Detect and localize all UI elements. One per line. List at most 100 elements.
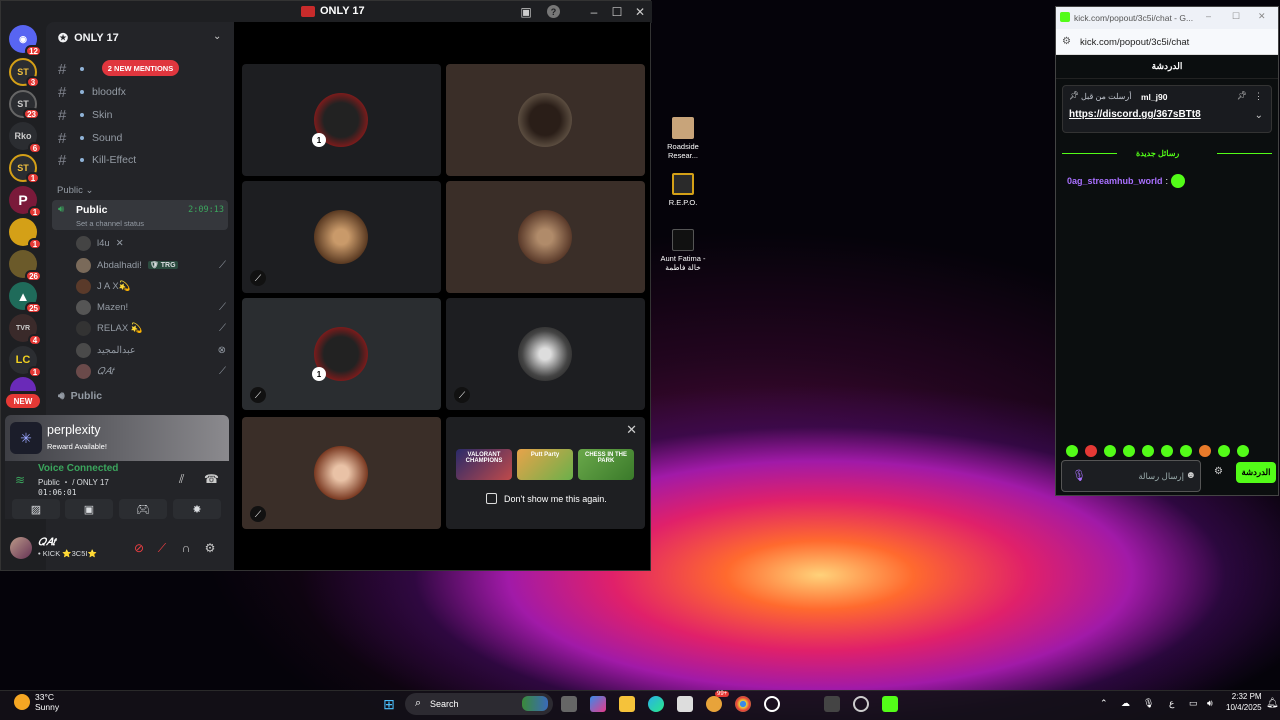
store-icon[interactable] [677, 696, 693, 712]
gear-icon[interactable]: ⚙ [1214, 466, 1223, 477]
server-header[interactable]: ✪ ONLY 17 [58, 31, 119, 45]
maximize-button[interactable]: ☐ [608, 4, 626, 20]
chat-username[interactable]: 0ag_streamhub_world [1067, 176, 1163, 186]
app-icon[interactable] [764, 696, 780, 712]
volume-icon[interactable]: 🔊︎ [1207, 698, 1213, 709]
file-explorer-icon[interactable] [619, 696, 635, 712]
voice-channel-public[interactable]: 🔊︎ Public 2:09:13 Set a channel status [52, 200, 228, 230]
bell-icon[interactable]: 🔔︎ [1266, 698, 1279, 709]
minimize-button[interactable]: – [585, 4, 603, 20]
disconnect-icon[interactable]: ☎ [204, 472, 219, 486]
screen-share-button[interactable]: ▣ [65, 499, 113, 519]
video-tile[interactable] [446, 64, 645, 176]
noise-suppression-icon[interactable]: ⫽ [179, 472, 184, 487]
voice-member[interactable]: J A X💫 [76, 276, 226, 296]
channel-item-kill-effect[interactable]: # Kill-Effect [58, 150, 136, 170]
server-icon[interactable]: TVR 4 [9, 314, 42, 346]
app-icon[interactable] [824, 696, 840, 712]
close-icon[interactable]: ✕ [626, 422, 637, 438]
voice-member[interactable]: l4u ✕ [76, 233, 226, 253]
copilot-icon[interactable] [590, 696, 606, 712]
address-bar[interactable]: ⚙ kick.com/popout/3c5i/chat [1056, 29, 1278, 55]
chat-input[interactable]: 🎙︎ إرسال رسالة ☻ [1061, 460, 1201, 492]
emote-icon[interactable] [1237, 445, 1249, 457]
activity-game[interactable]: VALORANT CHAMPIONS [456, 449, 512, 480]
kick-icon[interactable] [882, 696, 898, 712]
channel-item[interactable]: # [58, 59, 92, 79]
camera-off-button[interactable]: ▨ [12, 499, 60, 519]
minimize-button[interactable]: – [1206, 11, 1211, 21]
site-info-icon[interactable]: ⚙ [1062, 36, 1071, 47]
new-mentions-pill[interactable]: 2 NEW MENTIONS [102, 60, 179, 76]
video-tile[interactable]: 1 ⟋ [242, 298, 441, 410]
search-box[interactable]: ⌕ Search [405, 693, 553, 715]
headphones-icon[interactable]: ∩ [176, 538, 196, 558]
network-icon[interactable]: ▭ [1189, 698, 1198, 709]
server-icon[interactable]: P1 [9, 186, 42, 218]
emote-icon[interactable] [1199, 445, 1211, 457]
channel-status[interactable]: Set a channel status [76, 219, 144, 228]
emote-icon[interactable] [1161, 445, 1173, 457]
voice-connected-channel[interactable]: Public ・ / ONLY 17 [38, 477, 109, 488]
language-indicator[interactable]: ع [1169, 698, 1174, 709]
close-button[interactable]: ✕ [631, 4, 649, 20]
task-view-icon[interactable] [561, 696, 577, 712]
username[interactable]: 𝑄𝐴𝑡 [38, 537, 56, 548]
help-icon[interactable]: ? [547, 5, 560, 18]
voice-member[interactable]: Mazen! ⟋ [76, 297, 226, 317]
chrome-icon[interactable] [735, 696, 751, 712]
new-servers-pill[interactable]: NEW [6, 394, 40, 408]
emote-icon[interactable] [1180, 445, 1192, 457]
mic-icon[interactable]: 🎙︎ [1143, 698, 1154, 709]
emote-icon[interactable] [1218, 445, 1230, 457]
server-icon[interactable]: 1 [9, 218, 42, 250]
voice-member[interactable]: Abdalhadi! 🛡 TRG ⟋ [76, 255, 226, 275]
video-tile[interactable] [446, 181, 645, 293]
pinned-message[interactable]: 📌︎ أرسلت من قبل ml_j90 📌︎ ⋮ https://disc… [1062, 85, 1272, 133]
perplexity-promo[interactable]: ✳ perplexity Reward Available! [5, 415, 229, 461]
emote-icon[interactable] [1123, 445, 1135, 457]
edge-icon[interactable] [648, 696, 664, 712]
voice-member[interactable]: RELAX 💫 ⟋ [76, 318, 226, 338]
pin-icon[interactable]: 📌︎ [1237, 91, 1247, 100]
video-tile[interactable]: ⟋ [446, 298, 645, 410]
activity-game[interactable]: Putt Party [517, 449, 573, 480]
soundboard-button[interactable]: ✸ [173, 499, 221, 519]
pinned-user[interactable]: ml_j90 [1141, 92, 1167, 102]
camera-off-icon[interactable]: ⊘ [129, 538, 149, 558]
voice-member[interactable]: عبدالمجيد ⊗ [76, 340, 226, 360]
more-options-icon[interactable]: ⋮ [1254, 91, 1263, 102]
emote-icon[interactable] [1142, 445, 1154, 457]
server-icon[interactable]: ST 23 [9, 90, 40, 120]
weather-widget[interactable]: 33°C Sunny [14, 692, 59, 712]
server-icon[interactable]: ▲ 25 [9, 282, 42, 314]
avatar[interactable] [10, 537, 32, 559]
mic-off-icon[interactable]: ⟋ [152, 538, 172, 558]
activity-game[interactable]: CHESS IN THE PARK [578, 449, 634, 480]
send-button[interactable]: الدردشة [1236, 462, 1276, 483]
maximize-button[interactable]: ☐ [1232, 11, 1240, 22]
emote-icon[interactable] [1085, 445, 1097, 457]
mic-icon[interactable]: 🎙︎ [1072, 469, 1086, 482]
server-icon[interactable]: ST 3 [9, 58, 40, 88]
pinned-link[interactable]: https://discord.gg/367sBTt8 [1069, 109, 1201, 120]
server-icon[interactable]: ST 1 [9, 154, 40, 184]
chevron-down-icon[interactable]: ⌄ [213, 31, 221, 42]
app-icon[interactable] [853, 696, 869, 712]
server-icon[interactable]: Rko 6 [9, 122, 42, 154]
server-icon[interactable]: 26 [9, 250, 42, 282]
emote-icon[interactable] [1066, 445, 1078, 457]
dont-show-again[interactable]: Don't show me this again. [486, 493, 607, 504]
start-icon[interactable]: ⊞ [381, 696, 397, 712]
video-tile[interactable]: ⟋ [242, 181, 441, 293]
video-tile[interactable]: ⟋ [242, 417, 441, 529]
category-public[interactable]: Public ⌄ [57, 185, 93, 196]
desktop-shortcut[interactable]: Aunt Fatima - خالة فاطمة [653, 229, 713, 272]
emoji-icon[interactable]: ☻ [1185, 470, 1196, 481]
channel-item-skin[interactable]: # Skin [58, 105, 112, 125]
voice-channel-public-2[interactable]: 🔊︎ Public [58, 390, 102, 403]
inbox-icon[interactable]: ▣ [517, 4, 535, 20]
desktop-shortcut[interactable]: Roadside Resear... [653, 117, 713, 160]
checkbox[interactable] [486, 493, 497, 504]
channel-item-bloodfx[interactable]: # bloodfx [58, 82, 126, 102]
